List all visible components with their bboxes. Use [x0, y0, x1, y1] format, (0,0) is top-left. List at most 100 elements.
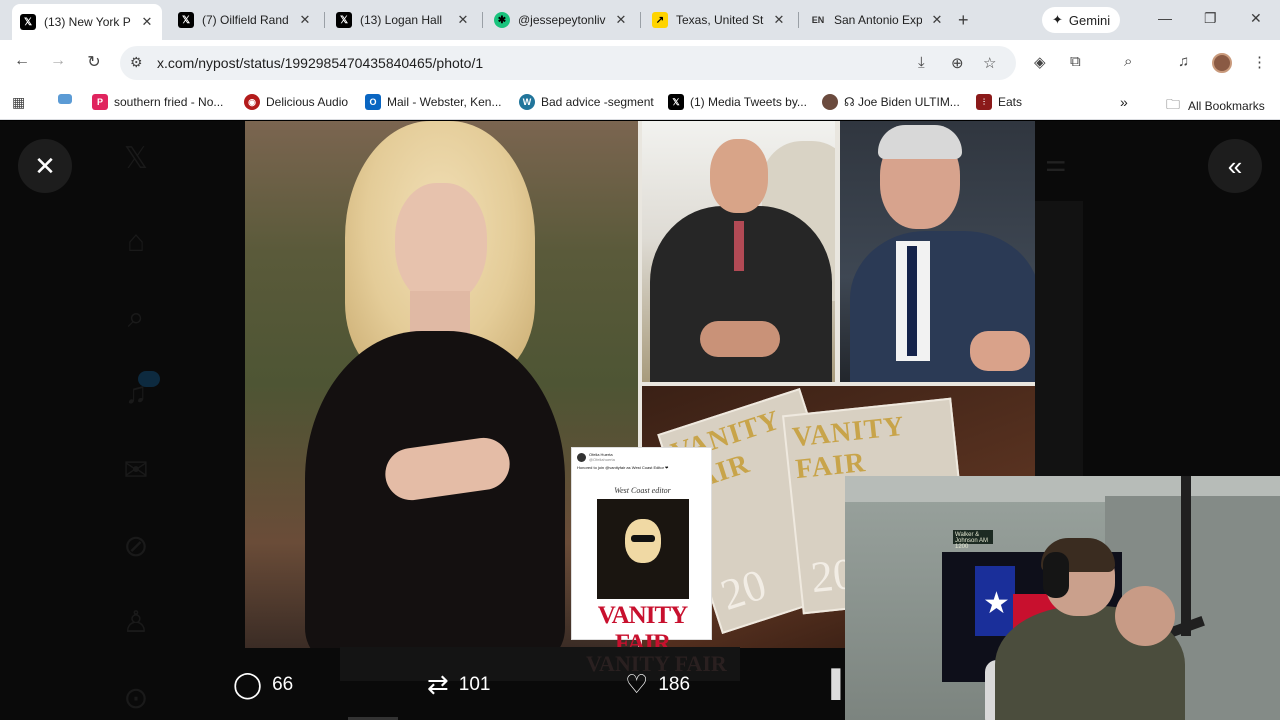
x-logo-icon: 𝕏	[178, 12, 194, 28]
tab-logan-hall[interactable]: 𝕏 (13) Logan Hall ✕	[328, 6, 478, 34]
bookmark-star-icon[interactable]: ☆	[983, 54, 996, 72]
url-text[interactable]: x.com/nypost/status/1992985470435840465/…	[157, 55, 483, 71]
repost-count: 101	[458, 673, 491, 695]
bookmark-media-tweets[interactable]: 𝕏 (1) Media Tweets by...	[668, 94, 807, 110]
close-icon: ✕	[34, 150, 56, 181]
reload-icon[interactable]: ↻	[84, 52, 104, 72]
express-news-icon: EN	[811, 15, 825, 25]
texas-star-icon: ★	[983, 587, 1010, 620]
bookmark-mail[interactable]: O Mail - Webster, Ken...	[365, 94, 502, 110]
menu-kebab-icon[interactable]: ⋮	[1252, 53, 1267, 71]
heart-icon: ♡	[625, 669, 649, 699]
tab-title: San Antonio Exp	[834, 13, 922, 27]
tweet-text: Honored to join @vanityfair as West Coas…	[577, 465, 669, 470]
all-bookmarks-label: All Bookmarks	[1188, 99, 1265, 113]
eats-icon: ⫶	[976, 94, 992, 110]
photo-man-podium	[840, 121, 1035, 382]
tab-new-york-post[interactable]: 𝕏 (13) New York P ✕	[12, 4, 162, 40]
bookmark-unnamed[interactable]	[58, 94, 78, 104]
close-window-icon[interactable]: ✕	[1250, 10, 1262, 27]
tab-search-icon[interactable]: ⌕	[1124, 53, 1132, 70]
close-icon[interactable]: ✕	[140, 14, 154, 30]
bookmark-bad-advice[interactable]: W Bad advice -segment	[519, 94, 654, 110]
green-burst-icon: ✱	[494, 12, 510, 28]
install-app-icon[interactable]: ⤓	[918, 54, 925, 71]
tweet-author-handle: @Ofeliahuerta	[589, 457, 615, 462]
site-info-icon[interactable]: ⚙	[130, 54, 143, 71]
toggle-replies-button[interactable]: «	[1208, 139, 1262, 193]
repost-button[interactable]: ⇄ 101	[427, 669, 491, 700]
close-viewer-button[interactable]: ✕	[18, 139, 72, 193]
bookmark-joe-biden[interactable]: ☊ Joe Biden ULTIM...	[822, 94, 960, 110]
bookmark-label: (1) Media Tweets by...	[690, 95, 807, 109]
x-logo-icon: 𝕏	[336, 12, 352, 28]
repost-icon: ⇄	[427, 669, 449, 699]
views-chart-icon[interactable]: ▐	[822, 668, 840, 699]
arrow-logo-icon: ↗	[652, 12, 668, 28]
bookmark-southern-fried[interactable]: P southern fried - No...	[92, 94, 223, 110]
close-icon[interactable]: ✕	[614, 12, 628, 28]
like-button[interactable]: ♡ 186	[625, 669, 690, 700]
extensions-puzzle-icon[interactable]: ⧉	[1070, 53, 1081, 70]
notification-badge	[138, 371, 160, 387]
bookmark-label: Delicious Audio	[266, 95, 349, 109]
mail-icon: ✉	[123, 454, 149, 487]
card-portrait	[597, 499, 689, 599]
headphones-icon	[1043, 552, 1069, 598]
reply-button[interactable]: ◯ 66	[233, 669, 293, 700]
like-count: 186	[658, 673, 691, 695]
tab-san-antonio[interactable]: EN San Antonio Exp ✕	[802, 6, 952, 34]
wordpress-icon: W	[519, 94, 535, 110]
all-bookmarks-button[interactable]: 🗀 All Bookmarks	[1150, 94, 1265, 118]
avatar	[577, 452, 586, 462]
bookmarks-bar: ▦ P southern fried - No... ◉ Delicious A…	[0, 86, 1280, 120]
restore-icon[interactable]: ❐	[1204, 10, 1217, 27]
tab-jessepeyton[interactable]: ✱ @jessepeytonliv ✕	[486, 6, 636, 34]
profile-avatar[interactable]	[1212, 53, 1232, 73]
close-icon[interactable]: ✕	[298, 12, 312, 28]
tab-title: (13) Logan Hall	[360, 13, 443, 27]
grok-icon: ⊘	[123, 530, 149, 563]
tab-strip: 𝕏 (13) New York P ✕ 𝕏 (7) Oilfield Rand …	[0, 0, 1280, 40]
tab-separator	[798, 12, 799, 28]
zoom-icon[interactable]: ⊕	[951, 54, 964, 72]
embedded-tweet-card: Ofelia Huerta @Ofeliahuerta Honored to j…	[571, 447, 712, 657]
tab-separator	[324, 12, 325, 28]
bookmark-eats[interactable]: ⫶ Eats	[976, 94, 1022, 110]
bookmark-label: southern fried - No...	[114, 95, 224, 109]
gemini-label: Gemini	[1068, 12, 1111, 28]
media-control-icon[interactable]: ♫	[1178, 53, 1189, 70]
dimmed-sidebar: 𝕏 ⌂ ⌕ ♫ ✉ ⊘ ♙ ⊙	[116, 121, 160, 720]
avatar-icon	[822, 94, 838, 110]
sparkle-icon: ✦	[1052, 12, 1063, 27]
profile-icon: ♙	[122, 606, 150, 639]
bookmark-label: Bad advice -segment	[541, 95, 654, 109]
minimize-icon[interactable]: —	[1158, 10, 1172, 26]
new-tab-button[interactable]: +	[958, 10, 969, 31]
folder-icon: 🗀	[1166, 96, 1180, 112]
bookmark-delicious-audio[interactable]: ◉ Delicious Audio	[244, 94, 348, 110]
webcam-overlay: ★ Walker & Johnson AM 1200	[845, 476, 1280, 720]
close-icon[interactable]: ✕	[456, 12, 470, 28]
forward-icon[interactable]: →	[48, 52, 68, 70]
close-icon[interactable]: ✕	[930, 12, 944, 28]
address-bar[interactable]: ⚙ x.com/nypost/status/199298547043584046…	[120, 46, 1016, 80]
reply-count: 66	[272, 673, 294, 695]
back-icon[interactable]: ←	[12, 52, 32, 70]
tab-title: @jessepeytonliv	[518, 13, 606, 27]
close-icon[interactable]: ✕	[772, 12, 786, 28]
double-chevron-left-icon: «	[1227, 150, 1243, 181]
search-icon: ⌕	[127, 301, 145, 334]
gemini-button[interactable]: ✦ Gemini	[1042, 7, 1121, 33]
tab-texas[interactable]: ↗ Texas, United St ✕	[644, 6, 794, 34]
patreon-icon: P	[92, 94, 108, 110]
tab-separator	[640, 12, 641, 28]
bookmarks-overflow-button[interactable]: »	[1120, 94, 1128, 110]
apps-grid-icon[interactable]: ▦	[12, 94, 25, 111]
photo-man-dark-coat	[642, 121, 835, 382]
x-logo-icon: 𝕏	[123, 142, 149, 175]
extension-shield-icon[interactable]: ◈	[1034, 53, 1046, 71]
tab-title: (7) Oilfield Rand	[202, 13, 289, 27]
tab-oilfield[interactable]: 𝕏 (7) Oilfield Rand ✕	[170, 6, 320, 34]
tab-title: (13) New York P	[44, 15, 131, 29]
